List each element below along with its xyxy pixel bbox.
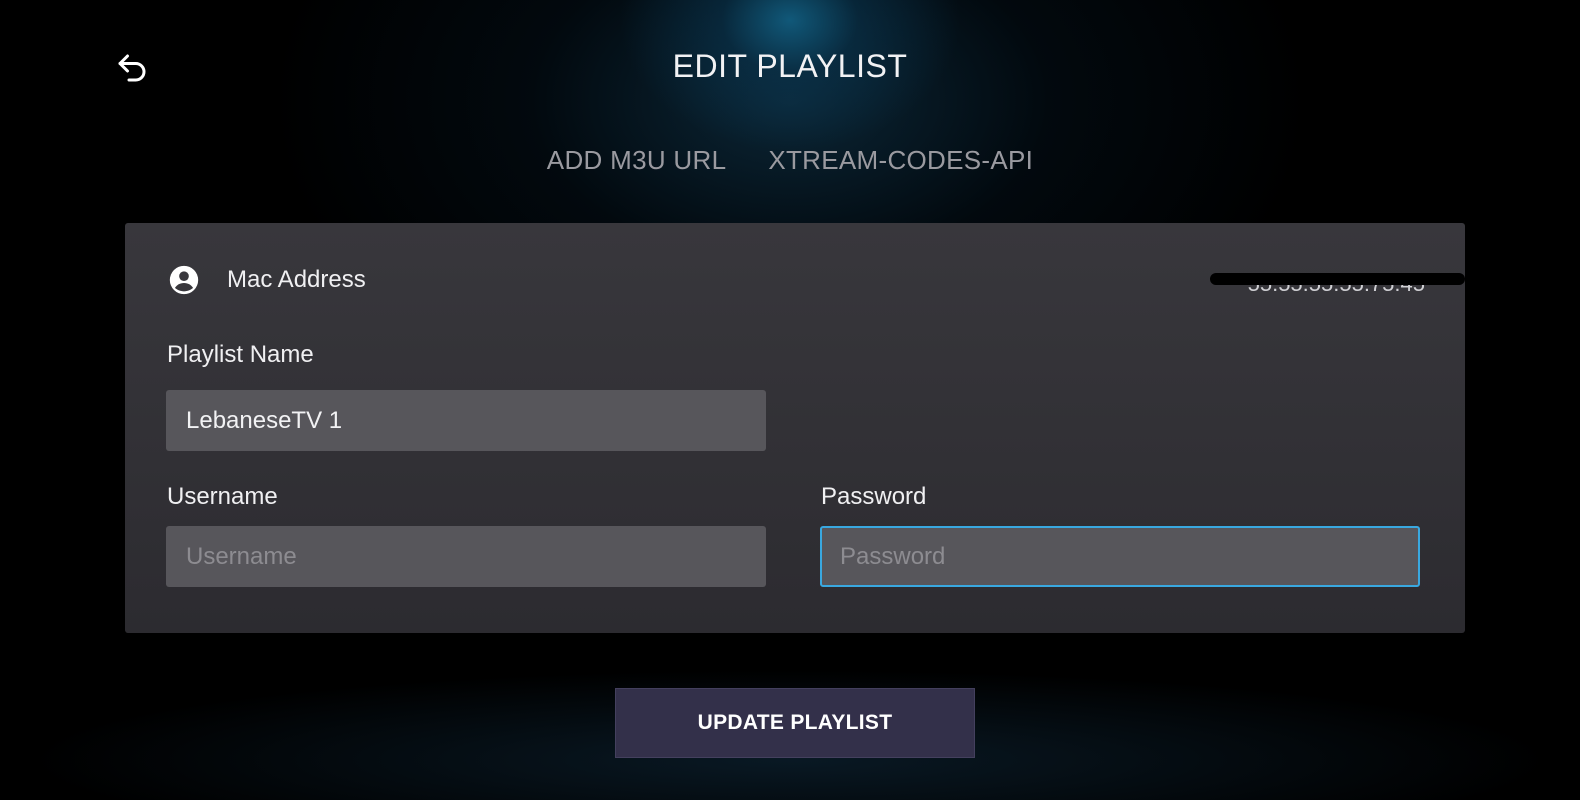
- playlist-form-card: Mac Address 55:55:55:55:75:45 Playlist N…: [125, 223, 1465, 633]
- password-label: Password: [821, 483, 927, 510]
- username-label: Username: [167, 483, 278, 510]
- mac-address-label: Mac Address: [227, 266, 366, 293]
- playlist-name-label: Playlist Name: [167, 341, 314, 368]
- tab-add-m3u-url[interactable]: ADD M3U URL: [547, 145, 727, 176]
- page-title: EDIT PLAYLIST: [672, 48, 908, 84]
- password-input[interactable]: [820, 526, 1420, 587]
- playlist-name-input[interactable]: [166, 390, 766, 451]
- mac-address-row: Mac Address: [167, 263, 366, 297]
- tab-bar: ADD M3U URL XTREAM-CODES-API: [0, 145, 1580, 176]
- update-playlist-button[interactable]: UPDATE PLAYLIST: [615, 688, 975, 758]
- tab-xtream-codes-api[interactable]: XTREAM-CODES-API: [768, 145, 1033, 176]
- redaction-bar: [1210, 273, 1465, 285]
- username-input[interactable]: [166, 526, 766, 587]
- edit-playlist-screen: EDIT PLAYLIST ADD M3U URL XTREAM-CODES-A…: [0, 0, 1580, 800]
- account-circle-icon: [167, 263, 201, 297]
